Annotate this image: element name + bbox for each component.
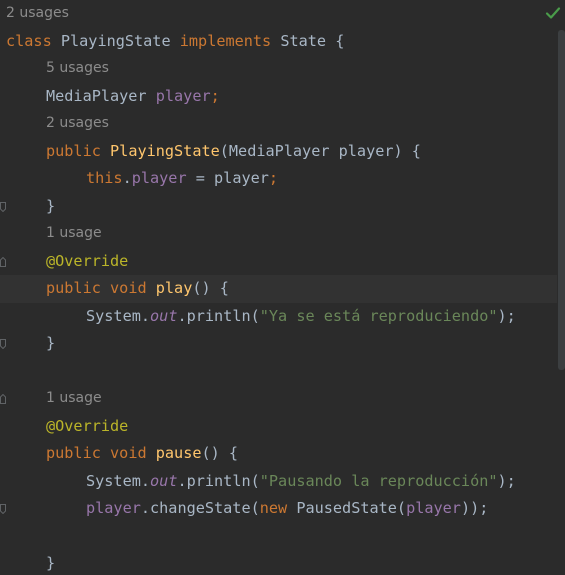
override-annotation: @Override [46,251,129,270]
override-annotation: @Override [46,416,129,435]
method-declaration-play: public void play() { [46,279,229,297]
usage-hint[interactable]: 2 usages [6,0,69,28]
usage-hint-line: 2 usages [0,110,565,138]
change-state-statement: player.changeState(new PausedState(playe… [86,499,489,517]
bookmark-fold-icon[interactable] [0,449,6,514]
code-line-println-pause[interactable]: System.out.println("Pausando la reproduc… [0,468,565,496]
closing-brace: } [46,554,56,572]
code-line-ctor[interactable]: public PlayingState(MediaPlayer player) … [0,138,565,212]
code-line-println-play[interactable]: System.out.println("Ya se está reproduci… [0,303,565,331]
scrollbar-thumb[interactable] [558,30,565,370]
code-line-close[interactable]: } [0,330,565,404]
usage-hint-line: 5 usages [0,55,565,83]
usage-hint[interactable]: 1 usage [46,220,102,248]
usage-hint-line: 2 usages [0,0,565,28]
code-line-blank[interactable] [0,523,565,551]
constructor-declaration: public PlayingState(MediaPlayer player) … [46,141,421,160]
bookmark-fold-icon[interactable] [0,147,6,212]
code-editor[interactable]: 2 usages class PlayingState implements S… [0,0,565,575]
assignment-statement: this.player = player; [86,169,279,187]
code-line-class-decl[interactable]: class PlayingState implements State { [0,28,565,56]
bookmark-fold-icon[interactable] [0,284,6,349]
code-line-pause[interactable]: public void pause() { [0,440,565,514]
closing-brace: } [46,196,56,215]
closing-brace: } [46,334,56,352]
println-statement: System.out.println("Ya se está reproduci… [86,306,516,325]
code-line-field[interactable]: MediaPlayer player; [0,83,565,111]
usage-hint[interactable]: 5 usages [46,55,109,83]
usage-hint[interactable]: 2 usages [46,110,109,138]
code-line-play[interactable]: public void play() { [0,275,565,349]
usage-hint[interactable]: 1 usage [46,385,102,413]
usage-hint-line: 1 usage [0,385,565,413]
code-line-blank[interactable] [0,358,565,386]
code-line-close[interactable]: } [0,193,565,267]
field-declaration: MediaPlayer player; [46,86,220,105]
code-line-assign[interactable]: this.player = player; [0,165,565,193]
usage-hint-line: 1 usage [0,220,565,248]
class-declaration: class PlayingState implements State { [6,31,345,50]
bookmark-fold-icon[interactable] [0,339,6,404]
code-line-annotation[interactable]: @Override [0,248,565,276]
method-declaration-pause: public void pause() { [46,444,239,462]
println-statement: System.out.println("Pausando la reproduc… [86,471,516,490]
code-line-change-state[interactable]: player.changeState(new PausedState(playe… [0,495,565,523]
code-line-close[interactable]: } [0,550,565,575]
bookmark-fold-icon[interactable] [0,202,6,267]
code-line-annotation[interactable]: @Override [0,413,565,441]
